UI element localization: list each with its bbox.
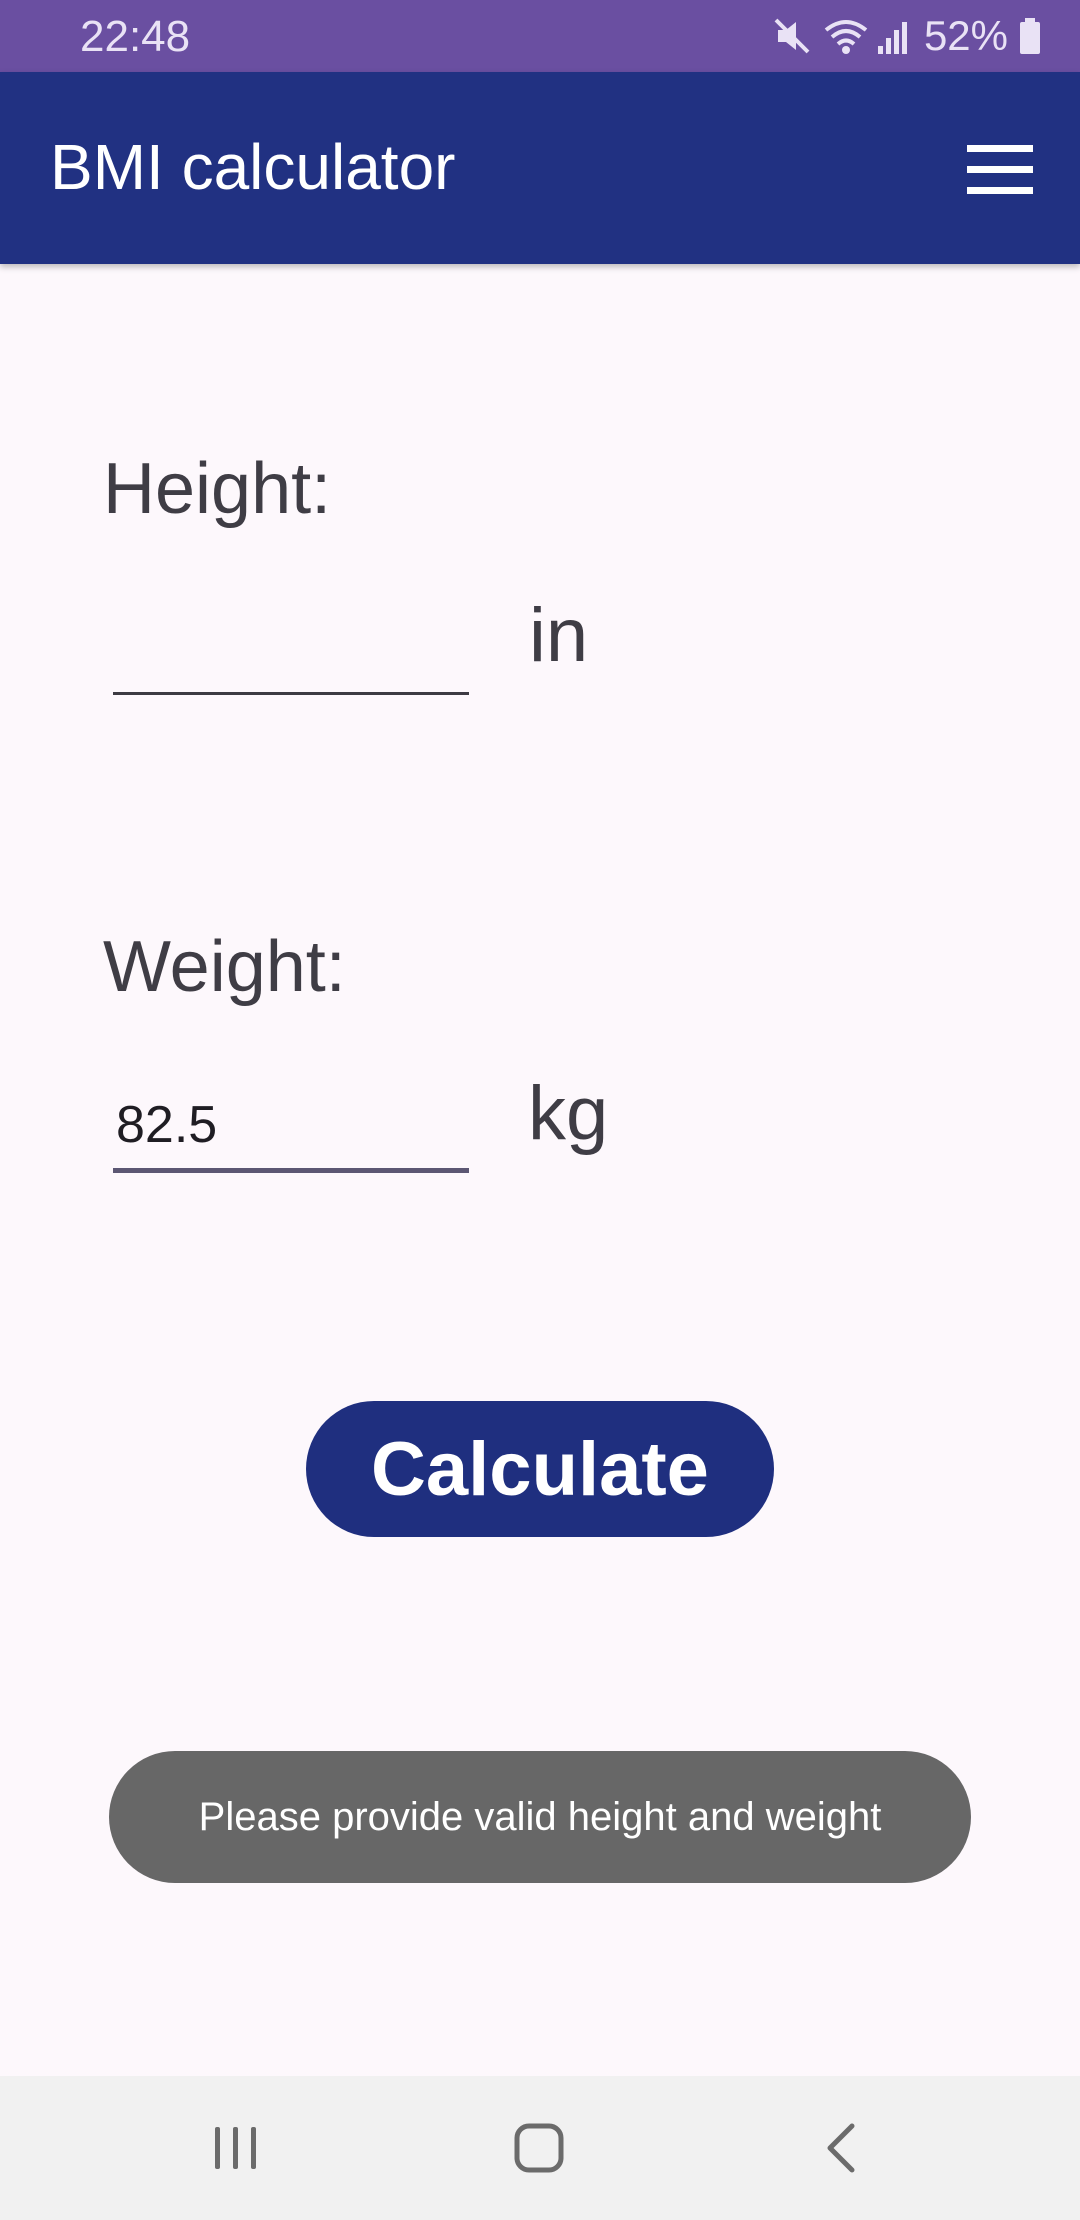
weight-label: Weight:: [103, 927, 346, 1007]
height-unit: in: [529, 593, 589, 678]
hamburger-menu-icon: [967, 145, 1033, 194]
calculate-button[interactable]: Calculate: [306, 1401, 774, 1537]
battery-percent: 52%: [923, 12, 1008, 59]
screen: 22:48 52% BMI calculator Height: in Weig…: [0, 0, 1080, 2220]
height-input[interactable]: [113, 605, 469, 695]
app-bar: BMI calculator: [0, 72, 1080, 264]
status-time: 22:48: [80, 12, 191, 61]
weight-input[interactable]: 82.5: [113, 1083, 469, 1173]
navigation-bar: [0, 2076, 1080, 2220]
menu-button[interactable]: [950, 120, 1050, 220]
mute-icon: [772, 16, 812, 56]
app-title: BMI calculator: [50, 131, 456, 203]
weight-unit: kg: [528, 1071, 609, 1156]
recents-icon: [215, 2127, 256, 2169]
back-icon: [827, 2123, 855, 2173]
back-button[interactable]: [791, 2098, 891, 2198]
height-label: Height:: [103, 449, 332, 529]
status-icons: 52%: [772, 10, 1042, 62]
battery-icon: [1018, 16, 1042, 56]
toast-message: Please provide valid height and weight: [109, 1751, 971, 1883]
status-bar: 22:48 52%: [0, 0, 1080, 72]
wifi-icon: [822, 16, 870, 56]
home-button[interactable]: [489, 2098, 589, 2198]
signal-icon: [876, 16, 912, 56]
recents-button[interactable]: [186, 2098, 286, 2198]
home-icon: [514, 2123, 564, 2173]
